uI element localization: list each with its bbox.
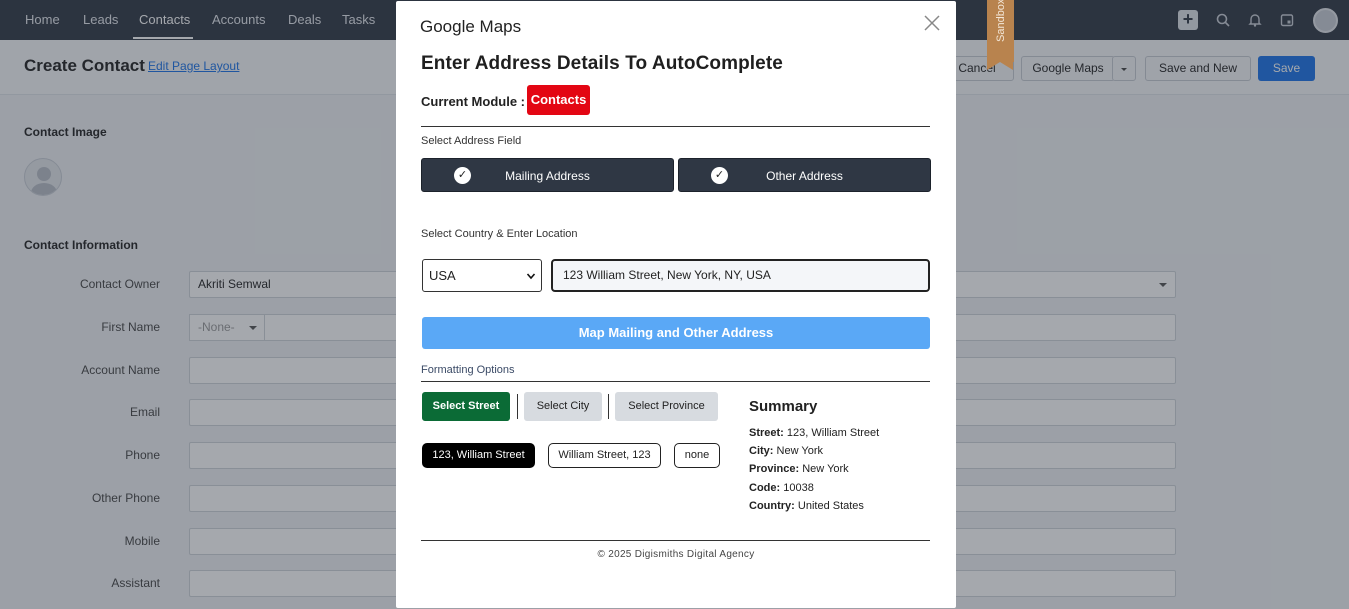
summary-key: Country: (749, 500, 795, 512)
other-address-label: Other Address (766, 169, 843, 183)
summary-title: Summary (749, 398, 818, 415)
modal-heading: Enter Address Details To AutoComplete (421, 53, 783, 74)
summary-country: Country: United States (749, 500, 864, 512)
sandbox-label: Sandbox (995, 0, 1007, 42)
summary-value: New York (802, 463, 849, 475)
summary-key: Code: (749, 482, 781, 494)
current-module-label: Current Module : (421, 94, 525, 109)
street-format-option-none[interactable]: none (674, 443, 720, 468)
current-module-badge: Contacts (527, 85, 590, 115)
modal-title: Google Maps (420, 17, 522, 36)
map-mailing-and-other-address-button[interactable]: Map Mailing and Other Address (422, 317, 930, 349)
summary-value: United States (797, 500, 864, 512)
summary-street: Street: 123, William Street (749, 427, 879, 439)
summary-province: Province: New York (749, 463, 849, 475)
ribbon-tail (987, 62, 1013, 70)
summary-city: City: New York (749, 445, 823, 457)
footer-divider (421, 540, 930, 541)
summary-code: Code: 10038 (749, 482, 814, 494)
summary-key: Province: (749, 463, 800, 475)
summary-value: 123, William Street (786, 427, 880, 439)
chevron-down-icon (526, 273, 536, 280)
select-address-field-label: Select Address Field (421, 135, 522, 147)
other-address-toggle[interactable]: ✓ Other Address (678, 158, 931, 192)
divider (421, 381, 930, 382)
formatting-options-label: Formatting Options (421, 364, 515, 376)
footer-copyright: © 2025 Digismiths Digital Agency (597, 549, 755, 560)
google-maps-modal: Google Maps Enter Address Details To Aut… (396, 1, 956, 608)
summary-key: Street: (749, 427, 784, 439)
select-street-button[interactable]: Select Street (422, 392, 510, 421)
select-province-button[interactable]: Select Province (615, 392, 718, 421)
street-format-option-selected[interactable]: 123, William Street (422, 443, 535, 468)
close-icon[interactable] (923, 14, 941, 32)
separator (517, 394, 518, 419)
country-select-value: USA (429, 268, 456, 283)
summary-value: 10038 (783, 482, 814, 494)
country-select[interactable]: USA (422, 259, 542, 292)
summary-value: New York (776, 445, 823, 457)
location-input[interactable]: 123 William Street, New York, NY, USA (551, 259, 930, 292)
street-format-option[interactable]: William Street, 123 (548, 443, 661, 468)
separator (608, 394, 609, 419)
select-city-button[interactable]: Select City (524, 392, 602, 421)
divider (421, 126, 930, 127)
mailing-address-label: Mailing Address (505, 169, 590, 183)
sandbox-ribbon: Sandbox (987, 0, 1014, 70)
mailing-address-toggle[interactable]: ✓ Mailing Address (421, 158, 674, 192)
summary-key: City: (749, 445, 774, 457)
select-country-label: Select Country & Enter Location (421, 228, 578, 240)
